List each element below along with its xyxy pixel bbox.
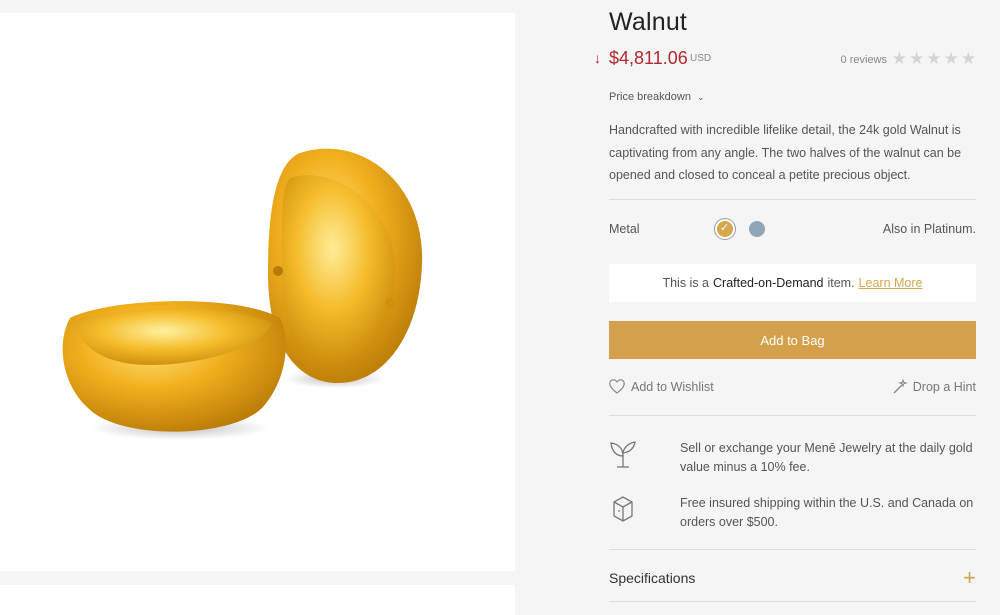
plant-sprout-icon [610, 441, 636, 468]
learn-more-link[interactable]: Learn More [859, 276, 923, 290]
divider [609, 549, 976, 550]
product-image-panel [0, 13, 515, 571]
star-icon: ★ [960, 49, 976, 68]
metal-swatch-gold[interactable]: ✓ [717, 221, 733, 237]
divider [609, 415, 976, 416]
plus-icon: + [963, 565, 976, 590]
add-to-wishlist-button[interactable]: Add to Wishlist [609, 379, 714, 394]
metal-swatch-platinum[interactable] [749, 221, 765, 237]
walnut-clasp [385, 298, 395, 308]
wishlist-label: Add to Wishlist [631, 379, 714, 394]
price-drop-arrow-icon: ↓ [594, 50, 601, 66]
specifications-accordion[interactable]: Specifications + [609, 566, 976, 590]
specifications-label: Specifications [609, 570, 696, 586]
perk-free-shipping: Free insured shipping within the U.S. an… [609, 494, 976, 538]
drop-a-hint-button[interactable]: Drop a Hint [892, 379, 976, 395]
rating-stars[interactable]: ★ ★ ★ ★ ★ [892, 50, 976, 68]
product-image-panel-secondary [0, 585, 515, 615]
perk-text: Free insured shipping within the U.S. an… [680, 496, 974, 529]
shipping-box-icon [613, 496, 633, 522]
divider [609, 199, 976, 200]
perk-text: Sell or exchange your Menē Jewelry at th… [680, 441, 973, 474]
star-icon: ★ [943, 49, 959, 68]
price-breakdown-label: Price breakdown [609, 91, 691, 103]
product-title: Walnut [609, 8, 688, 36]
price-row: ↓ $4,811.06 USD 0 reviews ★ ★ ★ ★ ★ [594, 48, 976, 72]
heart-icon [609, 379, 625, 394]
chevron-down-icon: ⌄ [696, 91, 705, 102]
reviews-count-link[interactable]: 0 reviews [841, 54, 887, 66]
also-in-platinum-text: Also in Platinum. [882, 222, 976, 236]
drop-hint-label: Drop a Hint [912, 380, 976, 394]
star-icon: ★ [909, 49, 925, 68]
product-info: Walnut ↓ $4,811.06 USD 0 reviews ★ ★ ★ ★… [594, 0, 976, 615]
magic-wand-icon [893, 379, 908, 394]
price-currency: USD [690, 53, 712, 64]
product-price: $4,811.06 [609, 48, 688, 68]
crafted-prefix: This is a [662, 276, 710, 290]
product-image[interactable] [0, 13, 515, 571]
walnut-hinge-pin [273, 266, 283, 276]
star-icon: ★ [891, 49, 907, 68]
product-description: Handcrafted with incredible lifelike det… [609, 123, 962, 182]
divider [609, 601, 976, 602]
metal-label: Metal [609, 222, 640, 236]
crafted-suffix: item. [827, 276, 855, 290]
add-to-bag-button[interactable]: Add to Bag [609, 321, 976, 359]
price-breakdown-toggle[interactable]: Price breakdown ⌄ [609, 91, 704, 103]
check-icon: ✓ [720, 222, 730, 234]
star-icon: ★ [926, 49, 942, 68]
crafted-strong: Crafted-on-Demand [713, 276, 824, 290]
perk-sell-exchange: Sell or exchange your Menē Jewelry at th… [609, 439, 976, 483]
crafted-on-demand-notice: This is a Crafted-on-Demand item. Learn … [609, 264, 976, 302]
